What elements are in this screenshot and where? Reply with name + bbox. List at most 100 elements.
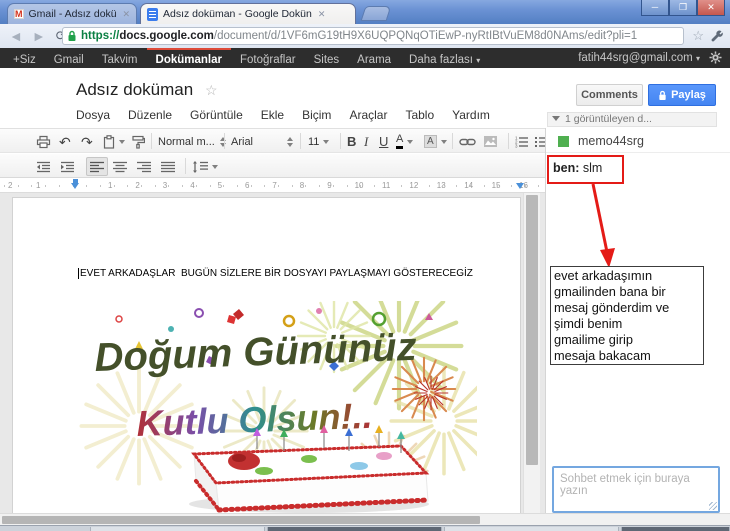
share-button[interactable]: Paylaş: [648, 84, 716, 106]
ruler-number: 2: [8, 181, 13, 190]
justify-icon[interactable]: [161, 157, 175, 176]
numbered-list-icon[interactable]: 123: [514, 132, 529, 151]
menu-help[interactable]: Yardım: [452, 108, 490, 122]
viewer-name: memo44srg: [578, 134, 644, 148]
bold-icon[interactable]: B: [347, 132, 356, 151]
gbar-item-more[interactable]: Daha fazlası ▾: [400, 48, 489, 68]
taskbar-sliver: [0, 525, 730, 531]
url-scheme: https://: [81, 30, 120, 42]
menu-edit[interactable]: Düzenle: [128, 108, 172, 122]
ruler[interactable]: 211234567891011121314151617: [0, 179, 545, 193]
print-icon[interactable]: [36, 132, 51, 151]
ruler-number: 13: [436, 181, 446, 190]
menu-view[interactable]: Görüntüle: [190, 108, 243, 122]
forward-icon[interactable]: ►: [32, 29, 46, 43]
image-caption-line1: Doğum Gününüz: [94, 325, 417, 380]
gbar-item-sites[interactable]: Sites: [305, 48, 349, 68]
paint-format-icon[interactable]: [131, 132, 145, 151]
horizontal-scrollbar[interactable]: [0, 513, 730, 525]
tab-gmail-title: Gmail - Adsız doküman (fatih4: [28, 8, 117, 20]
right-margin-marker[interactable]: [516, 183, 524, 189]
gbar-item-gmail[interactable]: Gmail: [45, 48, 93, 68]
wrench-menu-icon[interactable]: [711, 30, 724, 48]
font-dropdown[interactable]: Arial: [231, 132, 293, 151]
ruler-number: 4: [190, 181, 195, 190]
ruler-number: 1: [108, 181, 113, 190]
minimize-button[interactable]: ─: [641, 0, 669, 16]
tab-gmail[interactable]: M Gmail - Adsız doküman (fatih4 ✕: [7, 3, 137, 24]
ruler-number: 10: [354, 181, 364, 190]
vertical-scrollbar-thumb[interactable]: [526, 195, 538, 465]
tab-close-icon[interactable]: ✕: [122, 9, 130, 20]
viewers-bar[interactable]: 1 görüntüleyen d...: [547, 112, 717, 127]
redo-icon[interactable]: ↷: [81, 132, 93, 151]
menu-table[interactable]: Tablo: [405, 108, 434, 122]
paste-icon[interactable]: [103, 132, 125, 151]
viewer-presence-row[interactable]: memo44srg: [558, 134, 644, 148]
gbar-item-plus-you[interactable]: +Siz: [4, 48, 45, 68]
resize-grip-icon[interactable]: [709, 502, 717, 510]
line-spacing-icon[interactable]: [192, 157, 218, 176]
font-size-dropdown[interactable]: 11: [308, 132, 330, 151]
vertical-scrollbar[interactable]: [523, 193, 540, 513]
outdent-icon[interactable]: [36, 157, 51, 176]
taskbar-button[interactable]: [444, 527, 619, 531]
taskbar-button[interactable]: [267, 527, 442, 531]
birthday-image[interactable]: Doğum Gününüz Kutlu Olsun!..: [79, 301, 477, 513]
tab-close-icon[interactable]: ✕: [318, 9, 326, 20]
docs-icon: [147, 7, 158, 21]
toolbar-row-2: [0, 154, 545, 178]
left-margin-marker[interactable]: [71, 183, 79, 189]
comments-button[interactable]: Comments: [576, 84, 643, 116]
indent-icon[interactable]: [60, 157, 75, 176]
url-path: /document/d/1VF6mG19tH9X6UQPQNqOTiEwP-ny…: [213, 30, 638, 42]
back-icon[interactable]: ◄: [9, 29, 23, 43]
insert-image-icon[interactable]: [483, 132, 498, 151]
gbar-item-photos[interactable]: Fotoğraflar: [231, 48, 305, 68]
undo-icon[interactable]: ↶: [59, 132, 71, 151]
url-domain: docs.google.com: [119, 30, 214, 42]
align-right-icon[interactable]: [137, 157, 151, 176]
styles-dropdown[interactable]: Normal m...: [158, 132, 226, 151]
account-menu[interactable]: fatih44srg@gmail.com ▾: [578, 48, 700, 69]
ruler-number: 7: [272, 181, 277, 190]
align-center-icon[interactable]: [113, 157, 127, 176]
highlight-color-icon[interactable]: A: [424, 132, 447, 151]
menu-tools[interactable]: Araçlar: [349, 108, 387, 122]
chat-input[interactable]: [552, 466, 720, 513]
url-bar[interactable]: https://docs.google.com/document/d/1VF6m…: [62, 27, 684, 45]
chat-message: ben: slm: [553, 161, 603, 175]
insert-link-icon[interactable]: [459, 132, 476, 151]
italic-icon[interactable]: I: [364, 132, 368, 151]
gbar-item-search[interactable]: Arama: [348, 48, 400, 68]
menu-format[interactable]: Biçim: [302, 108, 331, 122]
tab-docs[interactable]: Adsız doküman - Google Dokün ✕: [140, 3, 356, 24]
underline-icon[interactable]: U: [379, 132, 388, 151]
menu-bar: Dosya Düzenle Görüntüle Ekle Biçim Araçl…: [76, 108, 490, 122]
new-tab-button[interactable]: [360, 6, 392, 21]
maximize-button[interactable]: ❐: [669, 0, 697, 16]
gear-icon[interactable]: [709, 51, 722, 67]
menu-insert[interactable]: Ekle: [261, 108, 284, 122]
bookmark-star-icon[interactable]: ☆: [692, 29, 704, 42]
taskbar-button[interactable]: [90, 527, 265, 531]
ruler-number: 11: [382, 181, 391, 190]
ruler-number: 6: [245, 181, 250, 190]
padlock-icon: [68, 30, 76, 41]
align-left-icon[interactable]: [86, 157, 108, 176]
document-page[interactable]: EVET ARKADAŞLAR BUGÜN SİZLERE BİR DOSYAY…: [12, 197, 521, 513]
favorite-star-icon[interactable]: ☆: [205, 82, 218, 99]
ruler-number: 8: [299, 181, 305, 190]
gbar-item-calendar[interactable]: Takvim: [93, 48, 147, 68]
taskbar-button[interactable]: [621, 527, 730, 531]
document-title[interactable]: Adsız doküman: [76, 80, 193, 100]
indent-marker[interactable]: [73, 179, 78, 183]
document-heading-text: EVET ARKADAŞLAR BUGÜN SİZLERE BİR DOSYAY…: [78, 268, 473, 279]
menu-file[interactable]: Dosya: [76, 108, 110, 122]
gbar-item-documents[interactable]: Dokümanlar: [146, 48, 231, 68]
image-caption-line2: Kutlu Olsun!..: [136, 395, 373, 444]
text-color-icon[interactable]: A: [396, 132, 414, 151]
navigation-bar: ◄ ► ⟳ https://docs.google.com/document/d…: [0, 24, 730, 48]
horizontal-scrollbar-thumb[interactable]: [2, 516, 480, 524]
close-button[interactable]: ✕: [697, 0, 725, 16]
